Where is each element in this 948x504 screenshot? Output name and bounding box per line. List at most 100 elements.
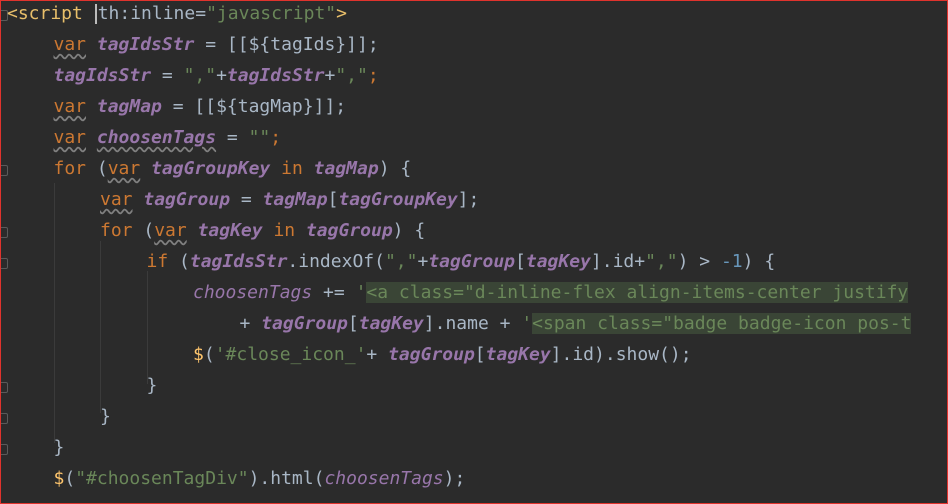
- code-editor[interactable]: <script th:inline="javascript"> var tagId…: [0, 0, 948, 504]
- code-token: if: [146, 251, 169, 272]
- code-line[interactable]: var choosenTags = "";: [54, 125, 282, 151]
- code-token: -1: [720, 251, 743, 272]
- code-token: tagKey: [358, 313, 424, 334]
- code-token: ': [355, 282, 367, 303]
- code-token: (: [86, 158, 108, 179]
- fold-toggle-icon[interactable]: [1, 382, 8, 393]
- code-token: (: [203, 344, 215, 365]
- code-token: var: [53, 34, 87, 55]
- code-line[interactable]: var tagGroup = tagMap[tagGroupKey];: [100, 187, 479, 213]
- code-token: '#close_icon_': [214, 344, 367, 365]
- code-token: ': [521, 313, 533, 334]
- code-token: ];: [457, 189, 480, 210]
- code-token: $: [53, 468, 65, 489]
- code-token: <a class="d-inline-flex align-items-cent…: [366, 282, 909, 303]
- code-token: +: [216, 65, 227, 86]
- code-token: tagMap: [96, 96, 162, 117]
- code-line[interactable]: tagIdsStr = ","+tagIdsStr+",";: [54, 63, 379, 89]
- code-token: ;: [367, 65, 379, 86]
- code-token: ].name +: [423, 313, 522, 334]
- code-token: "javascript": [206, 3, 337, 24]
- code-token: tagMap: [262, 189, 328, 210]
- indent-guide: [54, 183, 55, 443]
- code-line[interactable]: }: [100, 404, 111, 430]
- code-line[interactable]: }: [147, 373, 158, 399]
- code-token: for: [53, 158, 87, 179]
- code-line[interactable]: $("#choosenTagDiv").html(choosenTags);: [54, 466, 466, 492]
- code-token: ].id+: [590, 251, 646, 272]
- fold-toggle-icon[interactable]: [1, 444, 8, 455]
- code-token: +: [324, 65, 336, 86]
- code-token: = [[: [161, 96, 217, 117]
- code-token: ]];: [313, 96, 347, 117]
- code-token: [: [327, 189, 339, 210]
- code-token: }: [100, 406, 111, 427]
- code-token: choosenTags: [96, 127, 217, 148]
- code-token: =: [230, 189, 263, 210]
- code-token: for: [100, 220, 133, 241]
- code-token: tagGroupKey: [151, 158, 271, 179]
- code-line[interactable]: }: [54, 435, 65, 461]
- code-line[interactable]: var tagMap = [[${tagMap}]];: [54, 94, 347, 120]
- code-line[interactable]: + tagGroup[tagKey].name + '<span class="…: [240, 311, 912, 337]
- code-token: ).html(: [248, 468, 325, 489]
- code-token: tagGroup: [261, 313, 348, 334]
- code-token: (: [168, 251, 190, 272]
- code-token: [: [474, 344, 486, 365]
- code-line[interactable]: var tagIdsStr = [[${tagIds}]];: [54, 32, 379, 58]
- code-token: <script: [7, 3, 94, 24]
- code-token: [: [515, 251, 526, 272]
- code-line[interactable]: if (tagIdsStr.indexOf(","+tagGroup[tagKe…: [147, 249, 776, 275]
- fold-toggle-icon[interactable]: [1, 258, 8, 269]
- code-token: );: [443, 468, 466, 489]
- code-token: +: [239, 313, 262, 334]
- code-token: }: [146, 375, 158, 396]
- code-token: var: [107, 158, 141, 179]
- code-token: ",": [335, 65, 368, 86]
- code-token: .indexOf(: [287, 251, 385, 272]
- code-token: "": [248, 127, 271, 148]
- code-token: var: [154, 220, 187, 241]
- code-line[interactable]: <script th:inline="javascript">: [7, 1, 347, 27]
- code-token: +=: [312, 282, 356, 303]
- fold-toggle-icon[interactable]: [1, 227, 8, 238]
- code-token: ${tagMap}: [216, 96, 314, 117]
- code-line[interactable]: $('#close_icon_'+ tagGroup[tagKey].id).s…: [193, 342, 692, 368]
- code-token: in: [281, 158, 303, 179]
- code-line[interactable]: choosenTags += '<a class="d-inline-flex …: [193, 280, 909, 306]
- code-token: tagGroup: [388, 344, 475, 365]
- code-line[interactable]: for (var tagGroupKey in tagMap) {: [54, 156, 412, 182]
- code-token: >: [336, 3, 347, 24]
- code-token: var: [100, 189, 133, 210]
- code-token: ]];: [346, 34, 379, 55]
- code-token: tagKey: [525, 251, 591, 272]
- code-token: tagKey: [485, 344, 551, 365]
- fold-toggle-icon[interactable]: [1, 413, 8, 424]
- code-token: (: [64, 468, 76, 489]
- code-token: tagGroup: [143, 189, 231, 210]
- code-token: $: [193, 344, 204, 365]
- code-token: ",": [384, 251, 418, 272]
- code-token: tagIdsStr: [53, 65, 152, 86]
- code-token: ].id).show();: [550, 344, 692, 365]
- code-token: in: [273, 220, 296, 241]
- code-token: ",": [645, 251, 678, 272]
- code-token: (: [132, 220, 155, 241]
- code-token: =: [151, 65, 184, 86]
- fold-toggle-icon[interactable]: [1, 165, 8, 176]
- code-token: ",": [183, 65, 217, 86]
- code-token: var: [53, 96, 87, 117]
- code-token: tagKey: [197, 220, 263, 241]
- code-token: tagIdsStr: [226, 65, 325, 86]
- code-token: ${tagIds}: [248, 34, 347, 55]
- code-line[interactable]: for (var tagKey in tagGroup) {: [100, 218, 425, 244]
- code-token: ) {: [378, 158, 412, 179]
